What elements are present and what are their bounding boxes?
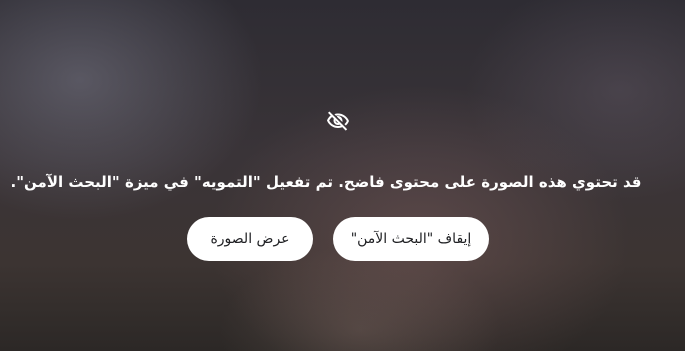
show-image-button[interactable]: عرض الصورة — [187, 217, 313, 261]
eye-off-icon — [327, 111, 349, 131]
safe-search-message: قد تحتوي هذه الصورة على محتوى فاضح. تم ت… — [10, 173, 642, 191]
safe-search-notice: قد تحتوي هذه الصورة على محتوى فاضح. تم ت… — [0, 0, 685, 351]
action-buttons: إيقاف "البحث الآمن" عرض الصورة — [0, 217, 685, 261]
turn-off-safe-search-button[interactable]: إيقاف "البحث الآمن" — [333, 217, 489, 261]
blurred-image-overlay: قد تحتوي هذه الصورة على محتوى فاضح. تم ت… — [0, 0, 685, 351]
